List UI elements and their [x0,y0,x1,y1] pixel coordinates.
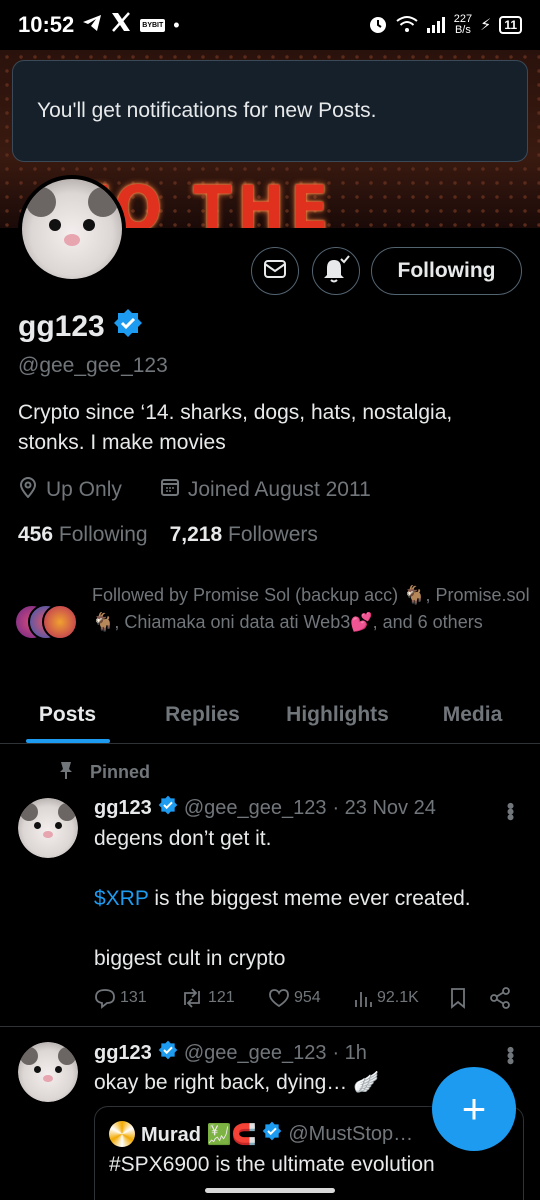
quote-author-name: Murad 💹🧲 [141,1123,257,1146]
pin-icon [58,760,74,785]
followed-by[interactable]: Followed by Promise Sol (backup acc) 🐐, … [14,582,534,644]
avatar-image [18,1042,78,1102]
wifi-icon [396,15,418,36]
calendar-icon [160,477,180,503]
status-left: 10:52 BYBIT • [18,12,180,38]
location-icon [18,476,38,504]
reply-count: 131 [120,989,147,1006]
network-speed-unit: B/s [454,24,471,36]
bookmark-button[interactable] [449,987,489,1009]
tab-posts[interactable]: Posts [0,686,135,743]
repost-count: 121 [208,989,235,1006]
post-actions: 131 121 954 92.1K [94,987,524,1009]
post-author-handle[interactable]: @gee_gee_123 [184,1042,327,1065]
profile-location: Up Only [46,478,122,501]
share-button[interactable] [489,987,511,1009]
followers-label: Followers [228,523,318,546]
verified-badge-icon [113,308,143,346]
banner-text: TO THE SHOW [70,173,335,229]
profile-bio: Crypto since ‘14. sharks, dogs, hats, no… [18,401,453,454]
telegram-icon [82,12,102,38]
tab-highlights[interactable]: Highlights [270,686,405,743]
followed-by-text: Followed by Promise Sol (backup acc) 🐐, … [92,585,530,632]
followers-count-link[interactable]: 7,218 Followers [170,523,318,547]
envelope-icon [263,259,287,284]
followed-by-avatars [14,604,80,644]
profile-name: gg123 [18,308,143,346]
view-count: 92.1K [377,989,419,1006]
following-count: 456 [18,523,54,546]
post-header: gg123 @gee_gee_123 · 23 Nov 24 [94,795,436,821]
pinned-label: Pinned [58,760,150,785]
post-header: gg123 @gee_gee_123 · 1h [94,1040,367,1066]
views-icon [355,992,372,1007]
network-speed: 227 B/s [454,14,472,36]
toast-text: You'll get notifications for new Posts. [37,99,377,122]
battery-level: 11 [499,16,522,34]
x-icon [110,12,132,38]
quote-avatar [109,1121,135,1147]
notification-toast: You'll get notifications for new Posts. [12,60,528,162]
repost-button[interactable]: 121 [180,987,274,1009]
profile-tabs: Posts Replies Highlights Media [0,686,540,744]
charging-icon: ⚡ [480,17,492,34]
alarm-icon [368,14,388,37]
compose-button[interactable]: + [432,1067,516,1151]
post-text-part: degens don’t get it. [94,827,272,850]
status-right: 227 B/s ⚡ 11 [368,14,522,37]
profile-meta: Up Only Joined August 2011 [18,476,371,504]
heart-icon [269,989,289,1008]
reply-icon [95,989,115,1009]
following-count-link[interactable]: 456 Following [18,523,148,547]
more-options-icon[interactable]: ••• [498,802,523,819]
views-button[interactable]: 92.1K [353,988,449,1008]
quote-text: #SPX6900 is the ultimate evolution [109,1153,435,1176]
followers-count: 7,218 [169,523,223,546]
profile-name-text: gg123 [18,310,105,343]
post-text: degens don’t get it. $XRP is the biggest… [94,824,524,974]
share-icon [490,987,510,1009]
more-options-icon[interactable]: ••• [498,1046,523,1063]
follow-counts: 456 Following 7,218 Followers [18,523,318,547]
pinned-text: Pinned [90,762,151,782]
like-button[interactable]: 954 [268,988,356,1008]
plus-icon: + [461,1085,487,1132]
post-avatar[interactable] [18,798,78,858]
notification-dot: • [173,14,180,35]
tab-replies[interactable]: Replies [135,686,270,743]
profile-joined: Joined August 2011 [187,478,371,501]
tab-media[interactable]: Media [405,686,540,743]
avatar-image [22,179,122,279]
post-author-name[interactable]: gg123 [94,1042,152,1065]
notifications-button[interactable] [312,247,360,295]
bookmark-icon [451,988,465,1009]
post-author-name[interactable]: gg123 [94,797,152,820]
like-count: 954 [294,989,321,1006]
verified-badge-icon [158,795,178,821]
status-time: 10:52 [18,12,75,37]
cashtag-link[interactable]: $XRP [94,887,148,910]
quote-author-handle: @MustStop… [288,1122,414,1145]
post-text-part: is the biggest meme ever created. bigges… [94,887,471,970]
following-button[interactable]: Following [371,247,522,295]
post-avatar[interactable] [18,1042,78,1102]
avatar-image [18,798,78,858]
profile-avatar[interactable] [18,175,126,283]
signal-icon [426,15,446,36]
bell-check-icon [321,254,351,288]
home-indicator[interactable] [205,1188,335,1193]
post-time: · 23 Nov 24 [332,796,436,819]
verified-badge-icon [158,1040,178,1066]
profile-handle: @gee_gee_123 [18,354,168,377]
post-time: · 1h [332,1041,367,1064]
status-bar: 10:52 BYBIT • 227 B/s ⚡ 11 [0,0,540,50]
post-author-handle[interactable]: @gee_gee_123 [184,797,327,820]
verified-badge-icon [262,1121,282,1147]
message-button[interactable] [251,247,299,295]
following-label: Following [58,523,148,546]
follower-avatar [42,604,78,640]
repost-icon [184,988,200,1008]
bybit-icon: BYBIT [140,18,166,32]
reply-button[interactable]: 131 [94,987,174,1009]
